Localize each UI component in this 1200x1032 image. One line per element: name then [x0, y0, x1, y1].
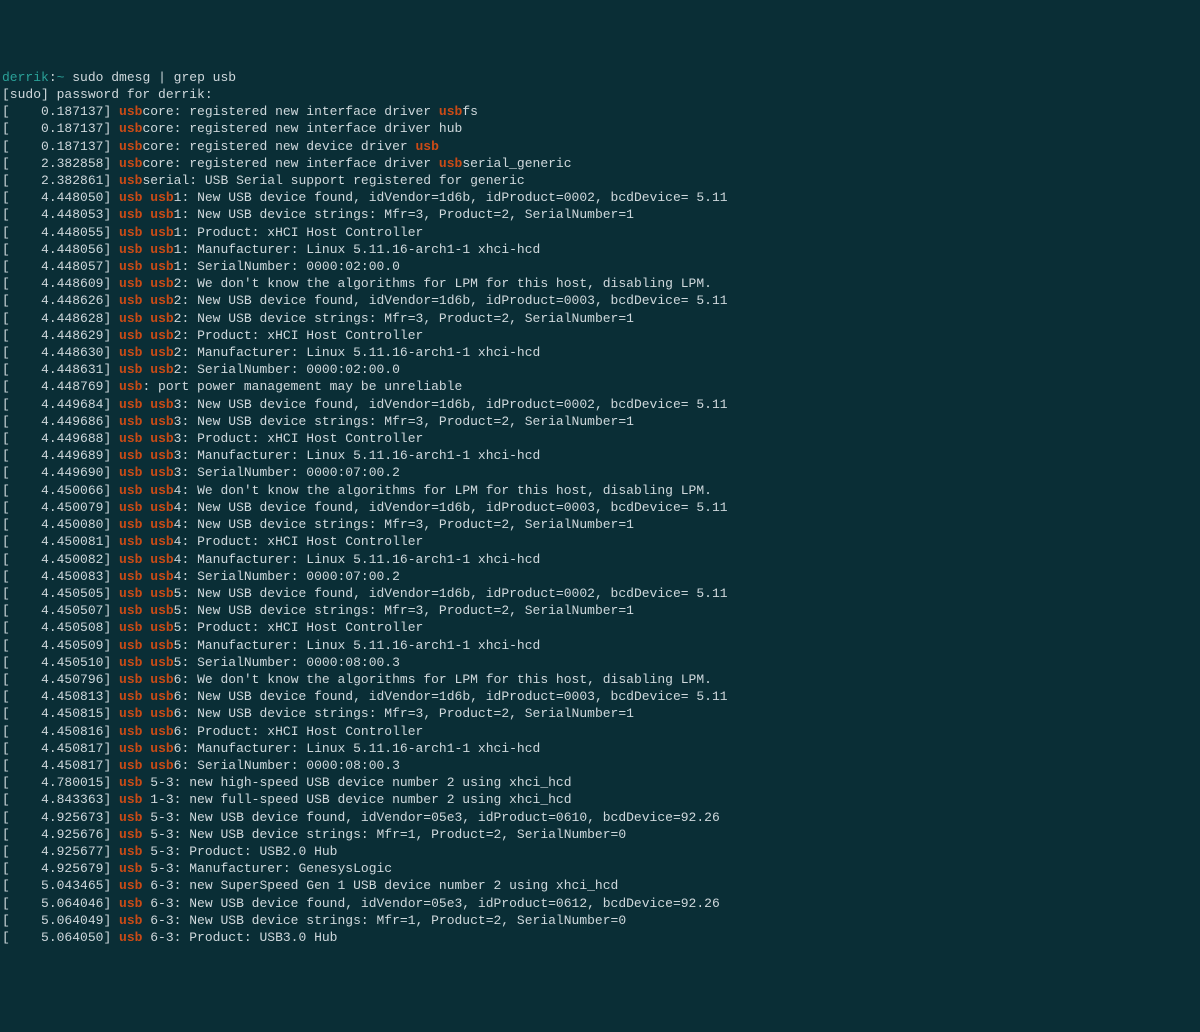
log-line: [ 4.450509] usb usb5: Manufacturer: Linu…	[2, 637, 1198, 654]
log-line: [ 4.925679] usb 5-3: Manufacturer: Genes…	[2, 860, 1198, 877]
log-line: [ 4.450815] usb usb6: New USB device str…	[2, 705, 1198, 722]
log-line: [ 4.449689] usb usb3: Manufacturer: Linu…	[2, 447, 1198, 464]
log-line: [ 4.448628] usb usb2: New USB device str…	[2, 310, 1198, 327]
log-line: [ 4.448769] usb: port power management m…	[2, 378, 1198, 395]
log-line: [ 4.448626] usb usb2: New USB device fou…	[2, 292, 1198, 309]
log-line: [ 4.450796] usb usb6: We don't know the …	[2, 671, 1198, 688]
log-line: [ 4.448055] usb usb1: Product: xHCI Host…	[2, 224, 1198, 241]
log-line: [ 4.450817] usb usb6: SerialNumber: 0000…	[2, 757, 1198, 774]
log-line: [ 4.449688] usb usb3: Product: xHCI Host…	[2, 430, 1198, 447]
prompt-command: sudo dmesg | grep usb	[64, 70, 236, 85]
log-line: [ 4.450079] usb usb4: New USB device fou…	[2, 499, 1198, 516]
log-line: [ 4.448609] usb usb2: We don't know the …	[2, 275, 1198, 292]
log-line: [ 4.450817] usb usb6: Manufacturer: Linu…	[2, 740, 1198, 757]
log-line: [ 4.925676] usb 5-3: New USB device stri…	[2, 826, 1198, 843]
log-line: [ 4.450510] usb usb5: SerialNumber: 0000…	[2, 654, 1198, 671]
log-line: [ 4.448053] usb usb1: New USB device str…	[2, 206, 1198, 223]
log-line: [ 4.450066] usb usb4: We don't know the …	[2, 482, 1198, 499]
terminal-output: [ 0.187137] usbcore: registered new inte…	[2, 103, 1198, 946]
log-line: [ 4.925677] usb 5-3: Product: USB2.0 Hub	[2, 843, 1198, 860]
log-line: [ 4.449690] usb usb3: SerialNumber: 0000…	[2, 464, 1198, 481]
log-line: [ 0.187137] usbcore: registered new inte…	[2, 120, 1198, 137]
log-line: [ 4.450081] usb usb4: Product: xHCI Host…	[2, 533, 1198, 550]
log-line: [ 4.843363] usb 1-3: new full-speed USB …	[2, 791, 1198, 808]
log-line: [ 4.450816] usb usb6: Product: xHCI Host…	[2, 723, 1198, 740]
log-line: [ 4.450507] usb usb5: New USB device str…	[2, 602, 1198, 619]
log-line: [ 4.450080] usb usb4: New USB device str…	[2, 516, 1198, 533]
log-line: [ 4.450813] usb usb6: New USB device fou…	[2, 688, 1198, 705]
log-line: [ 0.187137] usbcore: registered new inte…	[2, 103, 1198, 120]
log-line: [ 0.187137] usbcore: registered new devi…	[2, 138, 1198, 155]
sudo-password-prompt: [sudo] password for derrik:	[2, 87, 213, 102]
log-line: [ 4.780015] usb 5-3: new high-speed USB …	[2, 774, 1198, 791]
log-line: [ 5.064046] usb 6-3: New USB device foun…	[2, 895, 1198, 912]
log-line: [ 4.448056] usb usb1: Manufacturer: Linu…	[2, 241, 1198, 258]
log-line: [ 5.064049] usb 6-3: New USB device stri…	[2, 912, 1198, 929]
log-line: [ 4.449684] usb usb3: New USB device fou…	[2, 396, 1198, 413]
prompt-line[interactable]: derrik:~ sudo dmesg | grep usb	[2, 69, 1198, 86]
prompt-sep: :	[49, 70, 57, 85]
log-line: [ 4.450505] usb usb5: New USB device fou…	[2, 585, 1198, 602]
log-line: [ 4.449686] usb usb3: New USB device str…	[2, 413, 1198, 430]
log-line: [ 4.925673] usb 5-3: New USB device foun…	[2, 809, 1198, 826]
log-line: [ 4.450508] usb usb5: Product: xHCI Host…	[2, 619, 1198, 636]
log-line: [ 4.450083] usb usb4: SerialNumber: 0000…	[2, 568, 1198, 585]
log-line: [ 4.448631] usb usb2: SerialNumber: 0000…	[2, 361, 1198, 378]
log-line: [ 2.382858] usbcore: registered new inte…	[2, 155, 1198, 172]
log-line: [ 4.448629] usb usb2: Product: xHCI Host…	[2, 327, 1198, 344]
log-line: [ 4.448050] usb usb1: New USB device fou…	[2, 189, 1198, 206]
log-line: [ 4.450082] usb usb4: Manufacturer: Linu…	[2, 551, 1198, 568]
log-line: [ 4.448057] usb usb1: SerialNumber: 0000…	[2, 258, 1198, 275]
prompt-user: derrik	[2, 70, 49, 85]
log-line: [ 2.382861] usbserial: USB Serial suppor…	[2, 172, 1198, 189]
log-line: [ 5.064050] usb 6-3: Product: USB3.0 Hub	[2, 929, 1198, 946]
log-line: [ 4.448630] usb usb2: Manufacturer: Linu…	[2, 344, 1198, 361]
